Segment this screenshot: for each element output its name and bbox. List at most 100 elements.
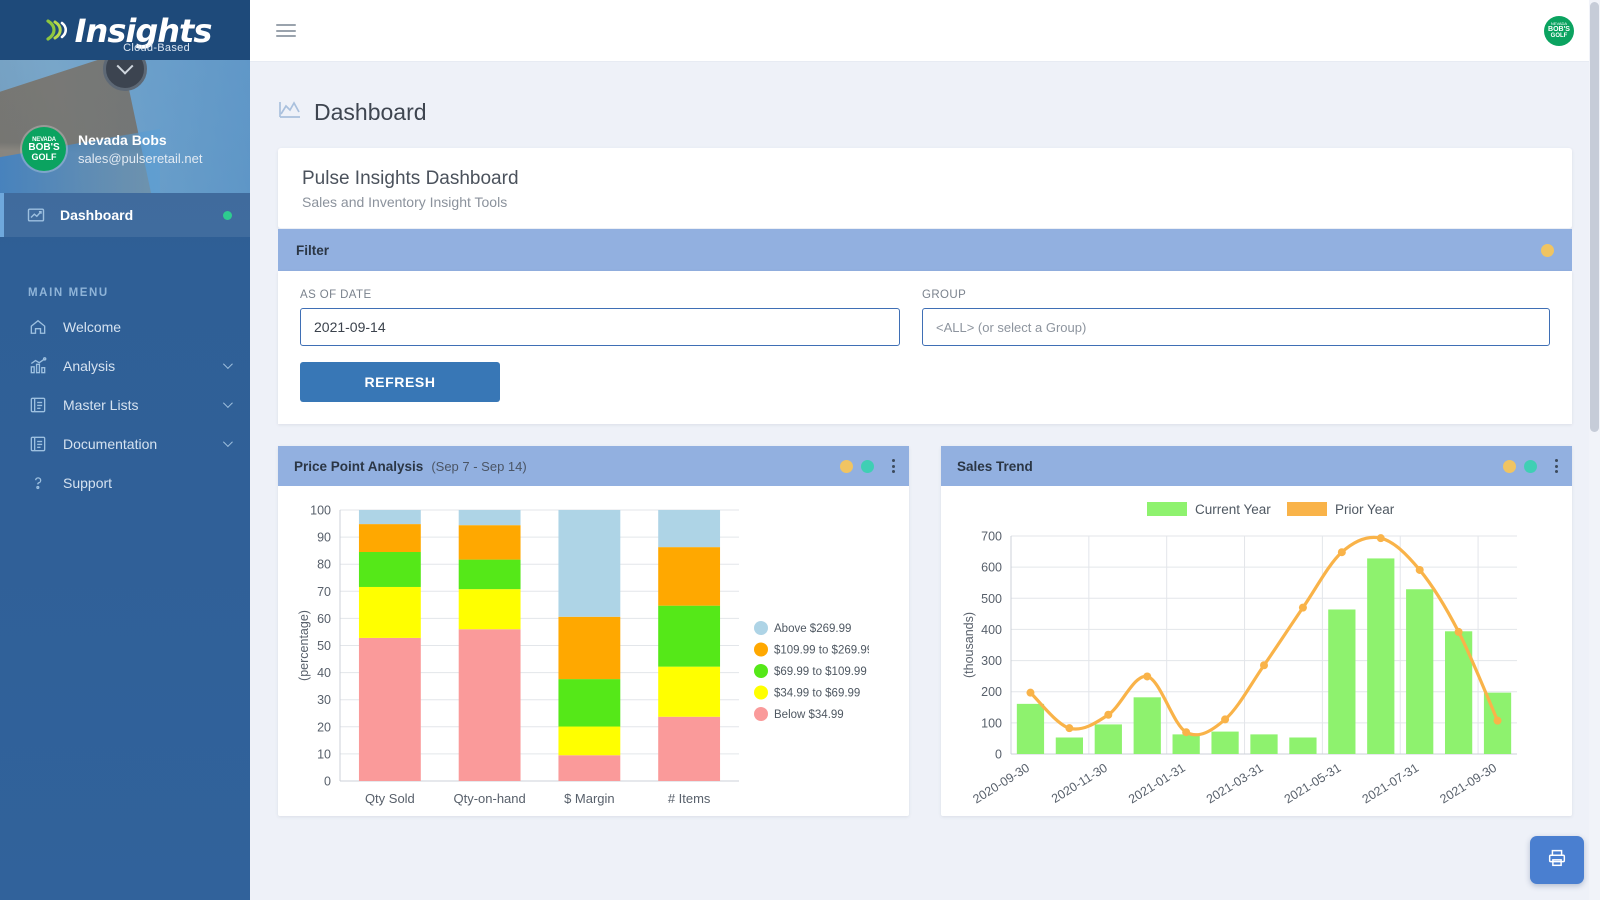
sidebar-item-welcome[interactable]: Welcome <box>0 307 250 346</box>
sidebar-item-support[interactable]: Support <box>0 463 250 502</box>
price-point-subtitle: (Sep 7 - Sep 14) <box>431 458 527 474</box>
stacked-bar-segment <box>458 510 521 526</box>
price-point-chart-body: 0 10 20 30 40 50 60 70 80 90 100 (percentage) Qty So… <box>278 486 909 816</box>
sales-trend-card-header: Sales Trend <box>941 446 1572 486</box>
as-of-date-input[interactable]: 2021-09-14 <box>300 308 900 346</box>
stacked-bar-segment <box>558 679 621 727</box>
sidebar-item-documentation[interactable]: Documentation <box>0 424 250 463</box>
bar-chart-icon <box>28 356 48 376</box>
sidebar-banner: NEVADA BOB'S GOLF Nevada Bobs sales@puls… <box>0 60 250 193</box>
bar <box>1250 734 1278 754</box>
bar <box>1094 724 1122 754</box>
filter-panel-body: AS OF DATE 2021-09-14 GROUP <ALL> (or se… <box>278 271 1572 424</box>
refresh-button[interactable]: REFRESH <box>300 362 500 402</box>
chart-line-icon <box>26 205 46 225</box>
profile-email: sales@pulseretail.net <box>78 150 203 166</box>
x-axis-tick-label: Qty-on-hand <box>453 791 525 806</box>
axis-tick-label: 0 <box>995 748 1002 762</box>
bar <box>1133 697 1161 754</box>
sales-trend-collapse-toggle[interactable] <box>1503 459 1516 473</box>
sidebar-item-analysis[interactable]: Analysis <box>0 346 250 385</box>
dashboard-header-subtitle: Sales and Inventory Insight Tools <box>302 194 508 210</box>
legend-label: Current Year <box>1195 502 1271 517</box>
axis-tick-label: 200 <box>981 685 1002 699</box>
sales-trend-card: Sales Trend Current Year Prior Year 0 100 20… <box>941 446 1572 816</box>
price-point-collapse-toggle[interactable] <box>840 459 853 473</box>
group-field-group: GROUP <ALL> (or select a Group) <box>922 289 1550 346</box>
sidebar-profile[interactable]: NEVADA BOB'S GOLF Nevada Bobs sales@puls… <box>22 127 202 171</box>
main-area: NEVADA BOB'S GOLF Dashboard Pulse Insigh… <box>250 0 1600 900</box>
book-icon <box>28 395 48 415</box>
stacked-bar-segment <box>358 552 421 587</box>
profile-name: Nevada Bobs <box>78 131 167 148</box>
data-point <box>1454 627 1463 636</box>
data-point <box>1104 710 1113 719</box>
x-axis-tick-label: 2021-03-31 <box>1204 761 1266 807</box>
x-axis-tick-label: 2021-07-31 <box>1360 761 1422 807</box>
page-scrollbar-thumb[interactable] <box>1590 2 1599 432</box>
avatar[interactable]: NEVADA BOB'S GOLF <box>1544 15 1574 46</box>
stacked-bar-segment <box>558 510 621 617</box>
group-select[interactable]: <ALL> (or select a Group) <box>922 308 1550 346</box>
hamburger-icon[interactable] <box>276 21 296 41</box>
sidebar-collapse-button[interactable] <box>103 60 147 91</box>
legend-swatch <box>754 685 768 700</box>
stacked-bar-segment <box>658 666 721 717</box>
sales-trend-title: Sales Trend <box>957 458 1033 474</box>
axis-tick-label: 70 <box>317 585 331 599</box>
kebab-menu-icon[interactable] <box>1555 459 1558 473</box>
axis-tick-label: 80 <box>317 558 331 572</box>
stacked-bar-segment <box>458 525 521 560</box>
x-axis-tick-label: 2021-01-31 <box>1126 761 1188 807</box>
data-point <box>1260 661 1268 670</box>
axis-tick-label: 700 <box>981 530 1002 544</box>
data-point <box>1415 565 1424 574</box>
y-axis-label: (percentage) <box>297 610 311 681</box>
filter-panel-header: Filter <box>278 229 1572 271</box>
chevron-down-icon <box>222 437 233 448</box>
axis-tick-label: 100 <box>981 716 1002 730</box>
x-axis-tick-label: 2020-09-30 <box>970 761 1032 807</box>
data-point <box>1376 534 1385 543</box>
chevron-down-icon <box>222 359 233 370</box>
stacked-bar-segment <box>358 586 421 638</box>
price-point-title: Price Point Analysis <box>294 458 424 474</box>
legend-label: $34.99 to $69.99 <box>774 688 860 700</box>
charts-row: Price Point Analysis (Sep 7 - Sep 14) 0 1… <box>278 446 1572 816</box>
sidebar-item-master-lists[interactable]: Master Lists <box>0 385 250 424</box>
legend-swatch <box>754 642 768 657</box>
sidebar-section-label: MAIN MENU <box>28 287 109 299</box>
stacked-bar-segment <box>558 616 621 680</box>
axis-tick-label: 10 <box>317 747 331 761</box>
sales-trend-refresh-toggle[interactable] <box>1524 459 1537 473</box>
dashboard-header-card: Pulse Insights Dashboard Sales and Inven… <box>278 148 1572 229</box>
avatar: NEVADA BOB'S GOLF <box>22 127 66 171</box>
topbar: NEVADA BOB'S GOLF <box>250 0 1600 62</box>
x-axis-tick-label: Qty Sold <box>365 791 415 806</box>
sidebar-logo[interactable]: Insights Cloud-Based <box>0 0 250 60</box>
avatar-line-3: GOLF <box>1550 33 1568 39</box>
price-point-refresh-toggle[interactable] <box>861 459 874 473</box>
filter-collapse-toggle[interactable] <box>1541 243 1554 257</box>
page-title-text: Dashboard <box>314 98 427 125</box>
sidebar-item-label: Dashboard <box>60 207 134 223</box>
x-axis-tick-label: $ Margin <box>564 791 615 806</box>
legend-label: $69.99 to $109.99 <box>774 666 867 678</box>
axis-tick-label: 20 <box>317 720 331 734</box>
axis-tick-label: 30 <box>317 693 331 707</box>
sidebar-item-dashboard[interactable]: Dashboard <box>0 193 250 237</box>
legend-swatch <box>1147 502 1187 516</box>
legend-swatch <box>754 664 768 678</box>
data-point <box>1143 672 1152 681</box>
price-point-card-header: Price Point Analysis (Sep 7 - Sep 14) <box>278 446 909 486</box>
book-icon <box>28 434 48 454</box>
x-axis-tick-label: 2020-11-30 <box>1049 761 1110 806</box>
chart-area-icon <box>278 98 302 126</box>
bar <box>1289 737 1317 754</box>
sidebar-item-label: Documentation <box>63 435 158 452</box>
kebab-menu-icon[interactable] <box>892 459 895 473</box>
legend-swatch <box>754 621 768 635</box>
print-button[interactable] <box>1530 836 1584 884</box>
legend-label: $109.99 to $269.99 <box>774 645 869 657</box>
page-title: Dashboard <box>250 62 1600 126</box>
